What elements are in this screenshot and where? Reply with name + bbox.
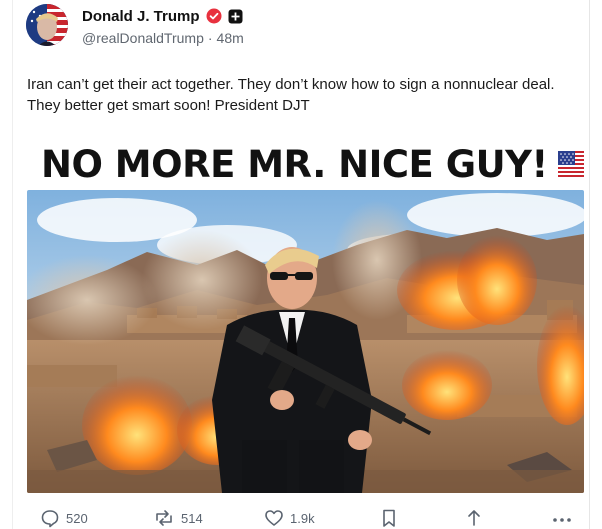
post-action-bar: 520 514 1.9k [0, 507, 602, 529]
photo-illustration [27, 190, 584, 493]
post-card: Donald J. Trump @realDonaldTrump · 48m I… [0, 0, 602, 529]
us-flag-icon [557, 151, 584, 177]
more-dots-icon [553, 518, 571, 522]
post-text: Iran can’t get their act together. They … [27, 76, 555, 114]
avatar[interactable] [26, 4, 68, 46]
reply-button[interactable]: 520 [40, 507, 88, 529]
repost-icon [156, 510, 172, 526]
author-handle[interactable]: @realDonaldTrump [82, 30, 204, 46]
plus-badge-icon [228, 9, 243, 23]
post-media[interactable]: NO MORE MR. NICE GUY! [27, 133, 584, 493]
more-options-button[interactable] [551, 507, 573, 529]
like-button[interactable]: 1.9k [264, 507, 315, 529]
repost-count: 514 [181, 510, 203, 526]
share-button[interactable] [465, 507, 483, 529]
avatar-image [26, 4, 68, 46]
author-name-row: Donald J. Trump [82, 7, 243, 25]
author-display-name[interactable]: Donald J. Trump [82, 8, 200, 25]
heart-icon [265, 510, 283, 526]
author-meta-row: @realDonaldTrump · 48m [82, 30, 244, 46]
meta-separator: · [207, 30, 213, 46]
like-count: 1.9k [290, 510, 315, 526]
reply-icon [41, 510, 59, 528]
reply-count: 520 [66, 510, 88, 526]
media-headline: NO MORE MR. NICE GUY! [41, 141, 584, 187]
repost-button[interactable]: 514 [153, 507, 203, 529]
bookmark-icon [383, 509, 395, 527]
verified-badge-icon [206, 8, 222, 24]
post-timestamp[interactable]: 48m [217, 30, 244, 46]
media-headline-text: NO MORE MR. NICE GUY! [41, 142, 548, 186]
card-border-left [12, 0, 13, 529]
share-icon [468, 510, 480, 526]
card-border-right [589, 0, 590, 529]
bookmark-button[interactable] [380, 507, 398, 529]
media-photo[interactable] [27, 190, 584, 493]
